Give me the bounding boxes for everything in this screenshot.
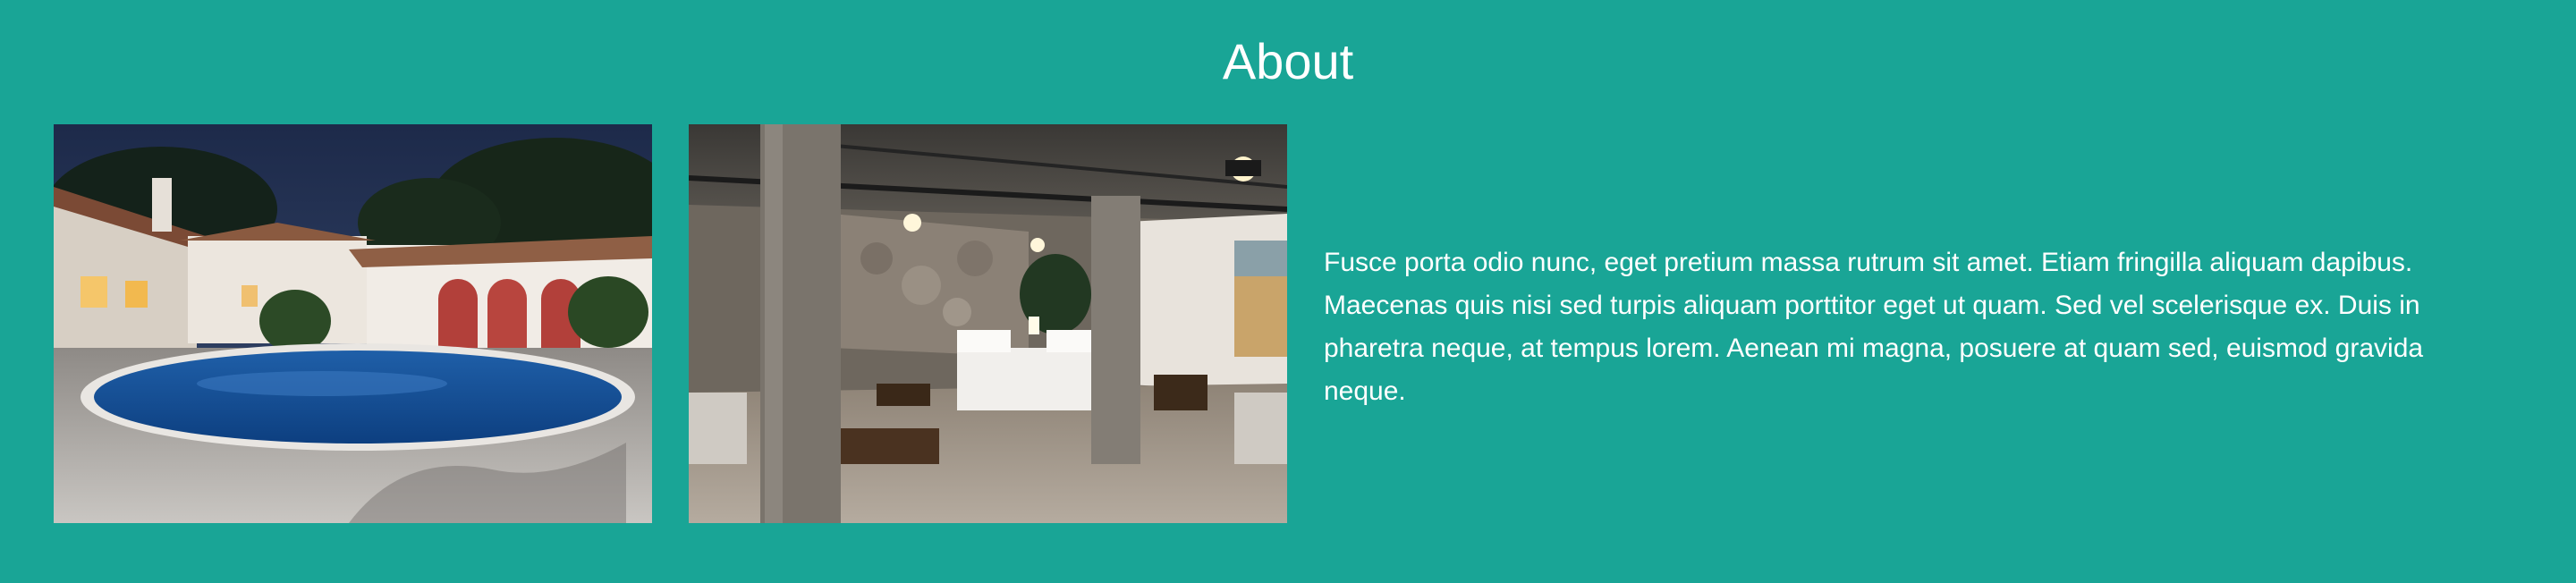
loft-bedroom-photo	[689, 124, 1287, 523]
section-title: About	[1222, 33, 1354, 89]
villa-pool-photo	[54, 124, 652, 523]
about-description: Fusce porta odio nunc, eget pretium mass…	[1324, 248, 2424, 406]
about-section: About Fusce porta odio nunc, eget pretiu…	[0, 0, 2576, 583]
